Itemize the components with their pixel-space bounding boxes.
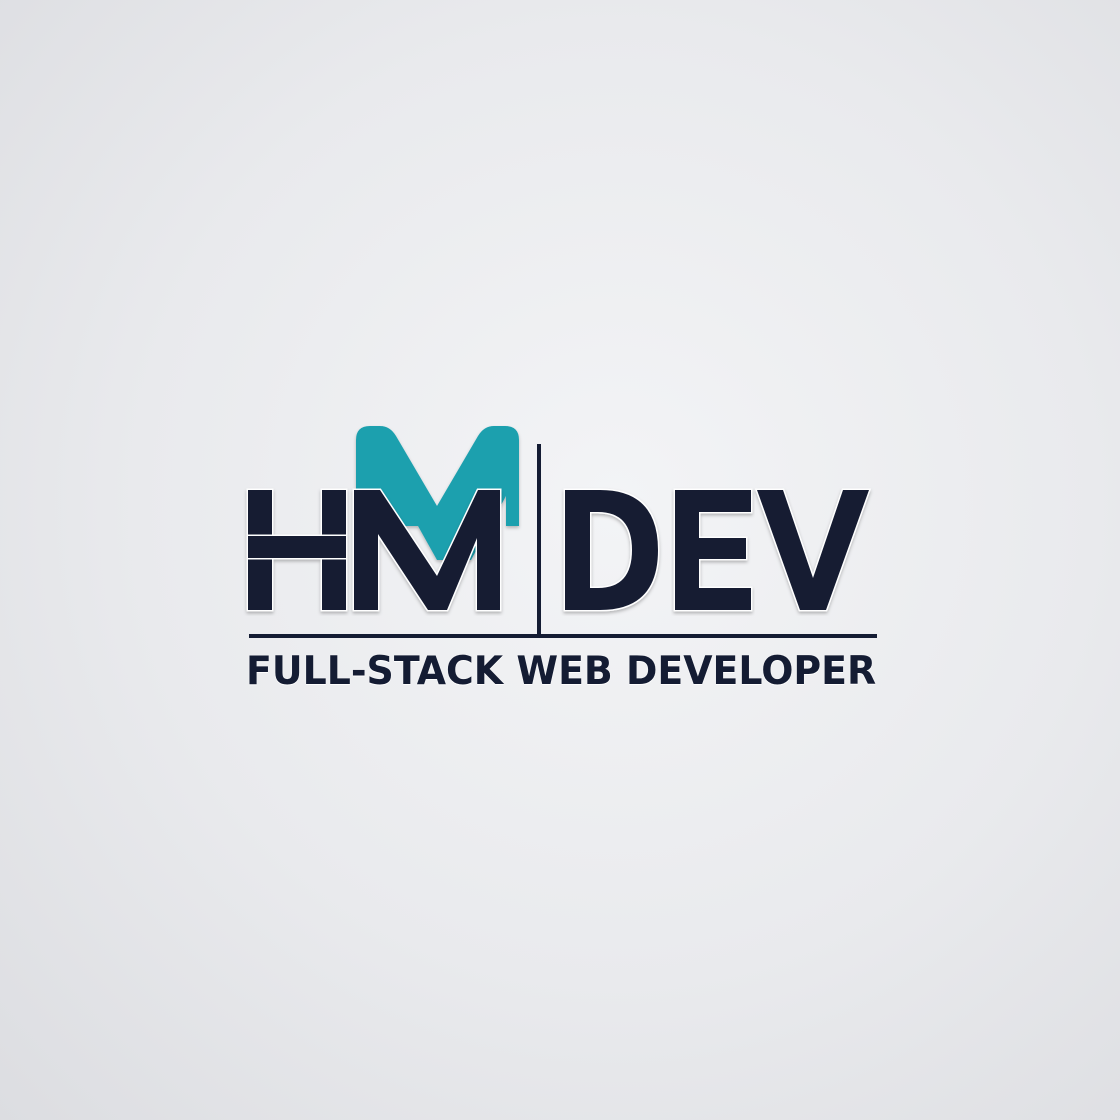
tagline: FULL-STACK WEB DEVELOPER xyxy=(246,649,877,694)
letter-e xyxy=(673,488,753,612)
logo-mark xyxy=(246,426,877,638)
vertical-divider xyxy=(537,444,541,636)
horizontal-rule xyxy=(249,634,877,638)
letter-v xyxy=(754,488,872,612)
hmdev-logo: FULL-STACK WEB DEVELOPER xyxy=(0,0,1120,1120)
letter-h xyxy=(246,488,348,612)
letter-d xyxy=(563,488,660,612)
